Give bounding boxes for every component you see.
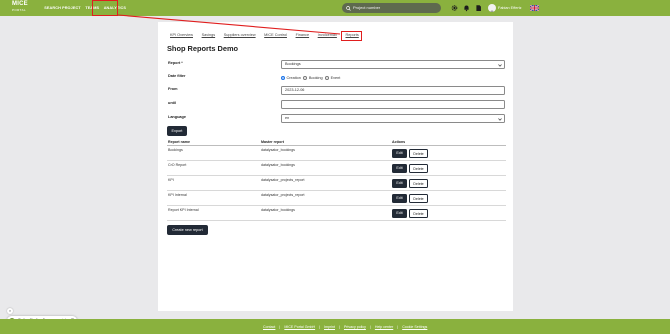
- edit-button[interactable]: Edit: [392, 209, 407, 218]
- project-search-input[interactable]: Project number: [342, 3, 441, 13]
- delete-button[interactable]: Delete: [409, 194, 428, 203]
- footer-link-contact[interactable]: Contact: [263, 325, 275, 329]
- delete-button[interactable]: Delete: [409, 164, 428, 173]
- page-title: Shop Reports Demo: [167, 44, 239, 53]
- highlight-box-analytics: [92, 0, 118, 16]
- tab-finance[interactable]: Finance: [296, 31, 310, 39]
- report-name-cell: Bookings: [168, 148, 183, 152]
- user-icon: [490, 10, 494, 12]
- document-icon[interactable]: [475, 4, 482, 12]
- from-date-input[interactable]: 2023-12-06: [281, 86, 505, 95]
- table-row: KPI Internal datalysator_projects_report…: [167, 191, 506, 206]
- radio-booking-label: Booking: [308, 76, 323, 80]
- report-label: Report *: [168, 61, 183, 65]
- search-placeholder: Project number: [353, 5, 381, 10]
- mice-portal-logo[interactable]: MICE PORTAL: [12, 1, 36, 15]
- delete-button[interactable]: Delete: [409, 209, 428, 218]
- date-filter-label: Date filter: [168, 74, 186, 78]
- edit-button[interactable]: Edit: [392, 194, 407, 203]
- until-date-input[interactable]: [281, 100, 505, 109]
- radio-event-label: Event: [330, 76, 341, 80]
- radio-creation-label: Creation: [286, 76, 301, 80]
- logo-text: MICE: [12, 1, 28, 7]
- tab-mice-control[interactable]: MICE Control: [264, 31, 287, 39]
- until-label: until: [168, 101, 177, 105]
- tab-savings[interactable]: Savings: [202, 31, 216, 39]
- language-label: Language: [168, 115, 186, 119]
- edit-button[interactable]: Edit: [392, 179, 407, 188]
- chevron-down-icon: [498, 63, 502, 67]
- create-new-report-button[interactable]: Create new report: [167, 225, 208, 235]
- gear-icon[interactable]: [451, 4, 458, 12]
- logo-subtext: PORTAL: [12, 8, 27, 12]
- footer-link-help[interactable]: Help center: [375, 325, 393, 329]
- tab-suppliers-overview[interactable]: Suppliers overview: [224, 31, 256, 39]
- footer-links: Contact | MICE Portal GmbH | Imprint | P…: [263, 324, 428, 329]
- table-row: Bookings datalysator_bookings Edit Delet…: [167, 146, 506, 161]
- edit-button[interactable]: Edit: [392, 164, 407, 173]
- user-name[interactable]: Fabian Effertz: [498, 4, 522, 12]
- uk-flag-icon[interactable]: [530, 5, 539, 11]
- column-header-actions: Actions: [392, 140, 406, 144]
- master-report-cell: datalysator_projects_report: [261, 193, 305, 197]
- delete-button[interactable]: Delete: [409, 149, 428, 158]
- language-select-value: en: [285, 116, 290, 120]
- report-name-cell: KPI Internal: [168, 193, 187, 197]
- search-icon: [346, 5, 351, 11]
- radio-booking[interactable]: [303, 76, 308, 80]
- report-name-cell: CrO Report: [168, 163, 187, 167]
- nav-search-project[interactable]: SEARCH PROJECT: [42, 0, 83, 16]
- reports-card: KPI Overview Savings Suppliers overview …: [158, 22, 513, 311]
- report-select[interactable]: Bookings: [281, 60, 505, 69]
- footer-link-privacy[interactable]: Privacy policy: [344, 325, 366, 329]
- footer: Contact | MICE Portal GmbH | Imprint | P…: [0, 319, 670, 334]
- tab-invoicemax[interactable]: Invoicemax: [318, 31, 337, 39]
- analytics-tabs: KPI Overview Savings Suppliers overview …: [170, 31, 367, 39]
- report-name-cell: KPI: [168, 178, 174, 182]
- report-name-cell: Report KPI Internal: [168, 208, 199, 212]
- export-button[interactable]: Export: [167, 126, 187, 136]
- footer-link-company[interactable]: MICE Portal GmbH: [284, 325, 315, 329]
- highlight-box-reports-tab: [341, 31, 362, 41]
- radio-creation[interactable]: [281, 76, 285, 80]
- footer-link-cookies[interactable]: Cookie Settings: [402, 325, 427, 329]
- date-filter-radio-group: Creation Booking Event: [281, 74, 343, 82]
- bell-icon[interactable]: [463, 4, 470, 12]
- avatar[interactable]: [488, 4, 496, 12]
- delete-button[interactable]: Delete: [409, 179, 428, 188]
- table-row: KPI datalysator_projects_report Edit Del…: [167, 176, 506, 191]
- master-report-cell: datalysator_bookings: [261, 208, 295, 212]
- master-report-cell: datalysator_projects_report: [261, 178, 305, 182]
- table-header-row: Report name Master report Actions: [167, 139, 506, 146]
- master-report-cell: datalysator_bookings: [261, 148, 295, 152]
- radio-event[interactable]: [325, 76, 330, 80]
- column-header-report-name: Report name: [168, 140, 190, 144]
- report-select-value: Bookings: [285, 62, 301, 66]
- edit-button[interactable]: Edit: [392, 149, 407, 158]
- tab-kpi-overview[interactable]: KPI Overview: [170, 31, 193, 39]
- language-select[interactable]: en: [281, 114, 505, 123]
- table-row: Report KPI Internal datalysator_bookings…: [167, 206, 506, 221]
- chat-close-button[interactable]: ×: [7, 308, 13, 314]
- reports-table: Report name Master report Actions Bookin…: [167, 139, 506, 221]
- table-row: CrO Report datalysator_bookings Edit Del…: [167, 161, 506, 176]
- master-report-cell: datalysator_bookings: [261, 163, 295, 167]
- from-label: From: [168, 87, 178, 91]
- column-header-master-report: Master report: [261, 140, 284, 144]
- footer-link-imprint[interactable]: Imprint: [324, 325, 335, 329]
- chevron-down-icon: [498, 117, 502, 121]
